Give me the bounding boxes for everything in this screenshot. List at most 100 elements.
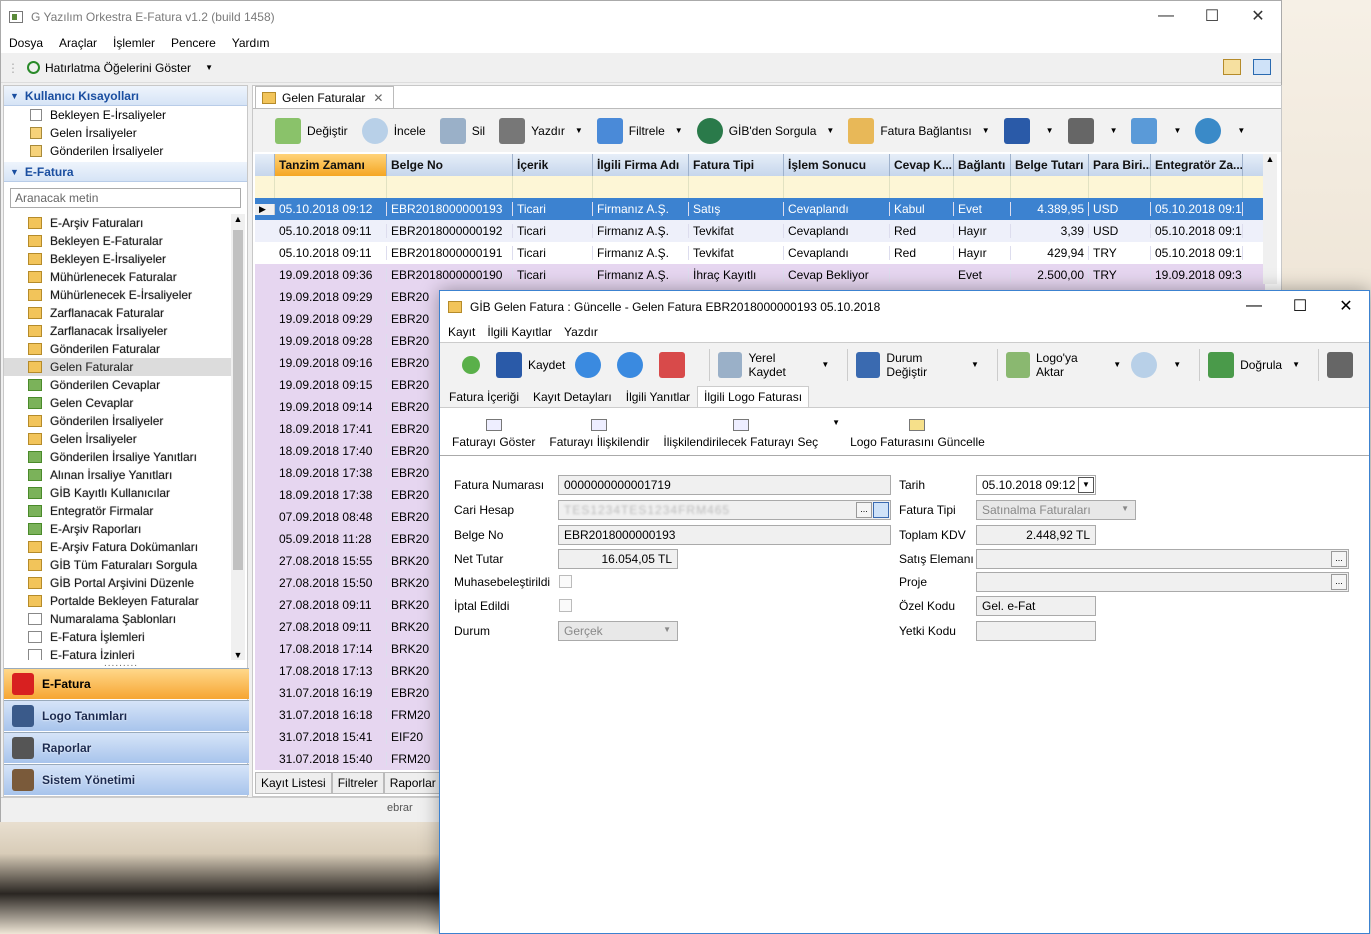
menu-kayit[interactable]: Kayıt <box>442 325 481 339</box>
shortcut-item[interactable]: Bekleyen E-İrsaliyeler <box>4 106 247 124</box>
total-kdv-field[interactable]: 2.448,92 TL <box>976 525 1096 545</box>
date-field[interactable]: 05.10.2018 09:12 ▼ <box>976 475 1096 495</box>
nav-logo-tanimlari[interactable]: Logo Tanımları <box>4 700 249 731</box>
scroll-down-icon[interactable]: ▼ <box>231 650 245 660</box>
tree-item[interactable]: Bekleyen E-İrsaliyeler <box>4 250 232 268</box>
tree-scrollbar[interactable]: ▲ ▼ <box>231 214 245 660</box>
ellipsis-button[interactable]: ... <box>856 502 872 518</box>
tab-fatura-icerigi[interactable]: Fatura İçeriği <box>442 386 526 407</box>
approve-button[interactable] <box>659 351 691 378</box>
pen-button[interactable]: ▼ <box>1131 117 1181 144</box>
column-header[interactable]: Belge No <box>387 154 513 176</box>
tree-item[interactable]: Mühürlenecek E-İrsaliyeler <box>4 286 232 304</box>
tree-item[interactable]: Gönderilen İrsaliye Yanıtları <box>4 448 232 466</box>
print-button[interactable]: Yazdır ▼ <box>499 117 583 144</box>
column-header[interactable]: Para Biri... <box>1089 154 1151 176</box>
logo-transfer-button[interactable]: Logo'ya Aktar ▼ <box>1005 351 1121 379</box>
tab-filtreler[interactable]: Filtreler <box>331 772 384 794</box>
dialog-print-button[interactable] <box>1326 351 1359 378</box>
invoice-type-select[interactable]: Satınalma Faturaları ▼ <box>976 500 1136 520</box>
tree-item[interactable]: Gelen İrsaliyeler <box>4 430 232 448</box>
column-header[interactable]: İlgili Firma Adı <box>593 154 689 176</box>
printer-button[interactable]: ▼ <box>1067 117 1117 144</box>
tab-ilgili-yanitlar[interactable]: İlgili Yanıtlar <box>619 386 697 407</box>
dialog-minimize-button[interactable]: — <box>1231 291 1277 321</box>
scroll-up-icon[interactable]: ▲ <box>231 214 245 224</box>
email-button[interactable]: ▼ <box>1195 117 1245 144</box>
sales-person-field[interactable]: ... <box>976 549 1349 569</box>
table-row[interactable]: 05.10.2018 09:11 EBR2018000000192 Ticari Fi… <box>255 220 1265 242</box>
nav-efatura[interactable]: E-Fatura <box>4 668 249 699</box>
tree-item[interactable]: Bekleyen E-Faturalar <box>4 232 232 250</box>
maximize-button[interactable]: ☐ <box>1189 1 1235 31</box>
tree-item[interactable]: Mühürlenecek Faturalar <box>4 268 232 286</box>
dialog-save-button[interactable]: Kaydet <box>496 351 565 378</box>
nav-raporlar[interactable]: Raporlar <box>4 732 249 763</box>
ellipsis-button[interactable]: ... <box>1331 574 1347 590</box>
shortcuts-header[interactable]: ▼ Kullanıcı Kısayolları <box>4 86 247 106</box>
net-amount-field[interactable]: 16.054,05 TL <box>558 549 678 569</box>
account-field[interactable]: TES1234TES1234FRM465 ... <box>558 500 891 520</box>
efatura-header[interactable]: ▼ E-Fatura <box>4 162 247 182</box>
tree-item[interactable]: Entegratör Firmalar <box>4 502 232 520</box>
tab-kayit-listesi[interactable]: Kayıt Listesi <box>255 772 332 794</box>
dialog-inspect-button[interactable]: ▼ <box>1131 351 1181 378</box>
save-button[interactable]: ▼ <box>1003 117 1054 144</box>
inspect-button[interactable]: İncele <box>361 117 426 144</box>
delete-button[interactable]: Sil <box>439 117 485 144</box>
column-chooser-icon[interactable] <box>255 154 275 176</box>
tree-item[interactable]: Gönderilen Faturalar <box>4 340 232 358</box>
tree-item[interactable]: E-Fatura İşlemleri <box>4 628 232 646</box>
shortcut-item[interactable]: Gelen İrsaliyeler <box>4 124 247 142</box>
tree-item[interactable]: Gönderilen İrsaliyeler <box>4 412 232 430</box>
menu-pencere[interactable]: Pencere <box>163 36 224 50</box>
next-record-button[interactable] <box>617 351 649 378</box>
tree-item[interactable]: GİB Kayıtlı Kullanıcılar <box>4 484 232 502</box>
menu-ilgili-kayitlar[interactable]: İlgili Kayıtlar <box>481 325 558 339</box>
cancelled-checkbox[interactable] <box>559 599 572 612</box>
accounting-checkbox[interactable] <box>559 575 572 588</box>
gib-query-button[interactable]: GİB'den Sorgula ▼ <box>696 117 834 144</box>
column-header[interactable]: İşlem Sonucu <box>784 154 890 176</box>
tab-raporlar[interactable]: Raporlar <box>383 772 442 794</box>
edit-button[interactable]: Değiştir <box>275 117 348 144</box>
menu-dosya[interactable]: Dosya <box>1 36 51 50</box>
tree-item[interactable]: Zarflanacak Faturalar <box>4 304 232 322</box>
filter-button[interactable]: Filtrele ▼ <box>596 117 683 144</box>
tree-item[interactable]: Gönderilen Cevaplar <box>4 376 232 394</box>
menu-yazdir[interactable]: Yazdır <box>558 325 604 339</box>
ellipsis-button[interactable]: ... <box>1331 551 1347 567</box>
local-save-button[interactable]: Yerel Kaydet ▼ <box>718 351 829 379</box>
column-header[interactable]: Entegratör Za... <box>1151 154 1243 176</box>
column-header[interactable]: Belge Tutarı <box>1011 154 1089 176</box>
filter-row[interactable] <box>255 176 1265 198</box>
previous-record-button[interactable] <box>575 351 607 378</box>
grid-scrollbar[interactable]: ▲ <box>1263 154 1277 284</box>
hint-toggle-button[interactable]: Hatırlatma Öğelerini Göster <box>45 61 191 75</box>
project-field[interactable]: ... <box>976 572 1349 592</box>
tab-gelen-faturalar[interactable]: Gelen Faturalar ✕ <box>255 86 395 108</box>
special-code-field[interactable]: Gel. e-Fat <box>976 596 1096 616</box>
tree-item[interactable]: GİB Tüm Faturaları Sorgula <box>4 556 232 574</box>
status-change-button[interactable]: Durum Değiştir ▼ <box>856 351 979 379</box>
doc-no-field[interactable]: EBR2018000000193 <box>558 525 891 545</box>
nav-sistem-yonetimi[interactable]: Sistem Yönetimi <box>4 764 249 795</box>
column-header[interactable]: Bağlantı <box>954 154 1011 176</box>
dialog-maximize-button[interactable]: ☐ <box>1277 291 1323 321</box>
show-invoice-button[interactable]: Faturayı Göster <box>452 419 535 449</box>
menu-yardim[interactable]: Yardım <box>224 36 278 50</box>
tree-item[interactable]: Zarflanacak İrsaliyeler <box>4 322 232 340</box>
tree-item[interactable]: Gelen Faturalar <box>4 358 232 376</box>
tree-item[interactable]: Numaralama Şablonları <box>4 610 232 628</box>
column-header[interactable]: Fatura Tipi <box>689 154 784 176</box>
tree-item[interactable]: Portalde Bekleyen Faturalar <box>4 592 232 610</box>
update-logo-invoice-button[interactable]: Logo Faturasını Güncelle <box>850 419 985 449</box>
auth-code-field[interactable] <box>976 621 1096 641</box>
menu-araclar[interactable]: Araçlar <box>51 36 105 50</box>
minimize-button[interactable]: — <box>1143 1 1189 31</box>
close-button[interactable]: ✕ <box>1235 1 1281 31</box>
tab-ilgili-logo-faturasi[interactable]: İlgili Logo Faturası <box>697 386 810 407</box>
chevron-down-icon[interactable]: ▼ <box>205 63 213 72</box>
window-list-icon[interactable] <box>1253 59 1271 75</box>
layout-icon[interactable] <box>1223 59 1241 75</box>
